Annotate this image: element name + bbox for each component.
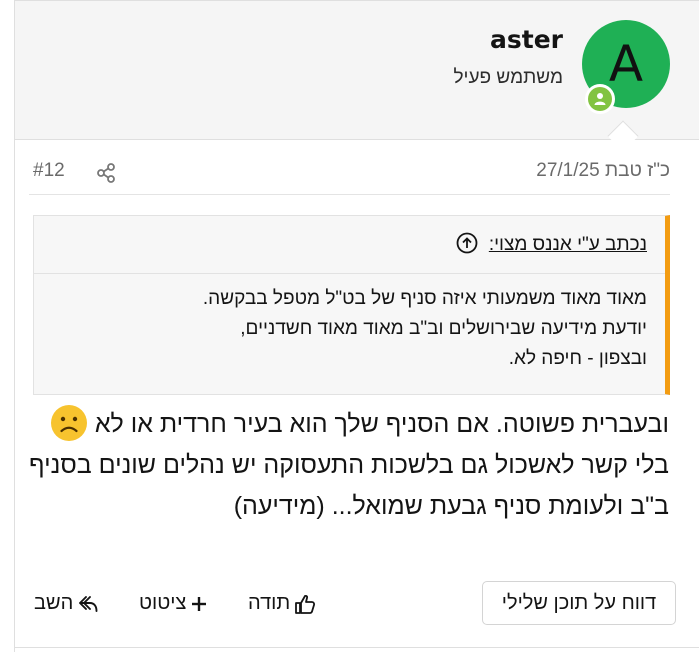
quote-block: נכתב ע"י אננס מצוי: מאוד מאוד משמעותי אי… [33, 215, 670, 395]
message-text: ובעברית פשוטה. אם הסניף שלך הוא בעיר חרד… [94, 410, 669, 438]
post-author-header: A aster משתמש פעיל [15, 1, 699, 152]
avatar-letter: A [608, 35, 644, 93]
reply-label: השב [34, 592, 74, 614]
message-paragraph: ובעברית פשוטה. אם הסניף שלך הוא בעיר חרד… [29, 404, 669, 445]
post-meta: כ"ז טבת 27/1/25 #12 [15, 140, 699, 195]
post-message: ובעברית פשוטה. אם הסניף שלך הוא בעיר חרד… [29, 404, 669, 527]
meta-divider [29, 194, 670, 195]
quote-button[interactable]: ציטוט [139, 592, 208, 615]
quote-line: מאוד מאוד משמעותי איזה סניף של בט"ל מטפל… [202, 288, 647, 309]
like-button[interactable]: תודה [248, 592, 316, 615]
like-label: תודה [248, 592, 291, 614]
thumbs-up-icon [295, 594, 316, 614]
quote-line: ובצפון - חיפה לא. [508, 348, 647, 369]
post-date[interactable]: כ"ז טבת 27/1/25 [536, 160, 670, 182]
quote-body: מאוד מאוד משמעותי איזה סניף של בט"ל מטפל… [34, 274, 665, 374]
plus-icon [192, 596, 207, 611]
reply-icon [79, 595, 98, 612]
share-icon[interactable] [95, 162, 117, 184]
quote-header: נכתב ע"י אננס מצוי: [34, 216, 665, 274]
online-status-icon [585, 84, 615, 114]
post-bottom-divider [15, 647, 699, 648]
user-title: משתמש פעיל [453, 67, 563, 88]
message-paragraph: בלי קשר לאשכול גם בלשכות התעסוקה יש נהלי… [29, 451, 669, 520]
quote-label: ציטוט [139, 592, 187, 614]
username[interactable]: aster [490, 25, 563, 54]
post-number[interactable]: #12 [33, 160, 65, 182]
quote-line: יודעת מידיעה שבירושלים וב"ב מאוד מאוד חש… [240, 318, 647, 339]
reply-button[interactable]: השב [34, 592, 99, 615]
jump-to-quote-icon[interactable] [456, 232, 478, 254]
quote-attribution[interactable]: נכתב ע"י אננס מצוי: [489, 234, 647, 255]
report-button[interactable]: דווח על תוכן שלילי [482, 581, 676, 625]
frowning-face-icon [50, 405, 87, 441]
forum-post: A aster משתמש פעיל כ"ז טבת 27/1/25 #12 נ… [14, 0, 699, 652]
